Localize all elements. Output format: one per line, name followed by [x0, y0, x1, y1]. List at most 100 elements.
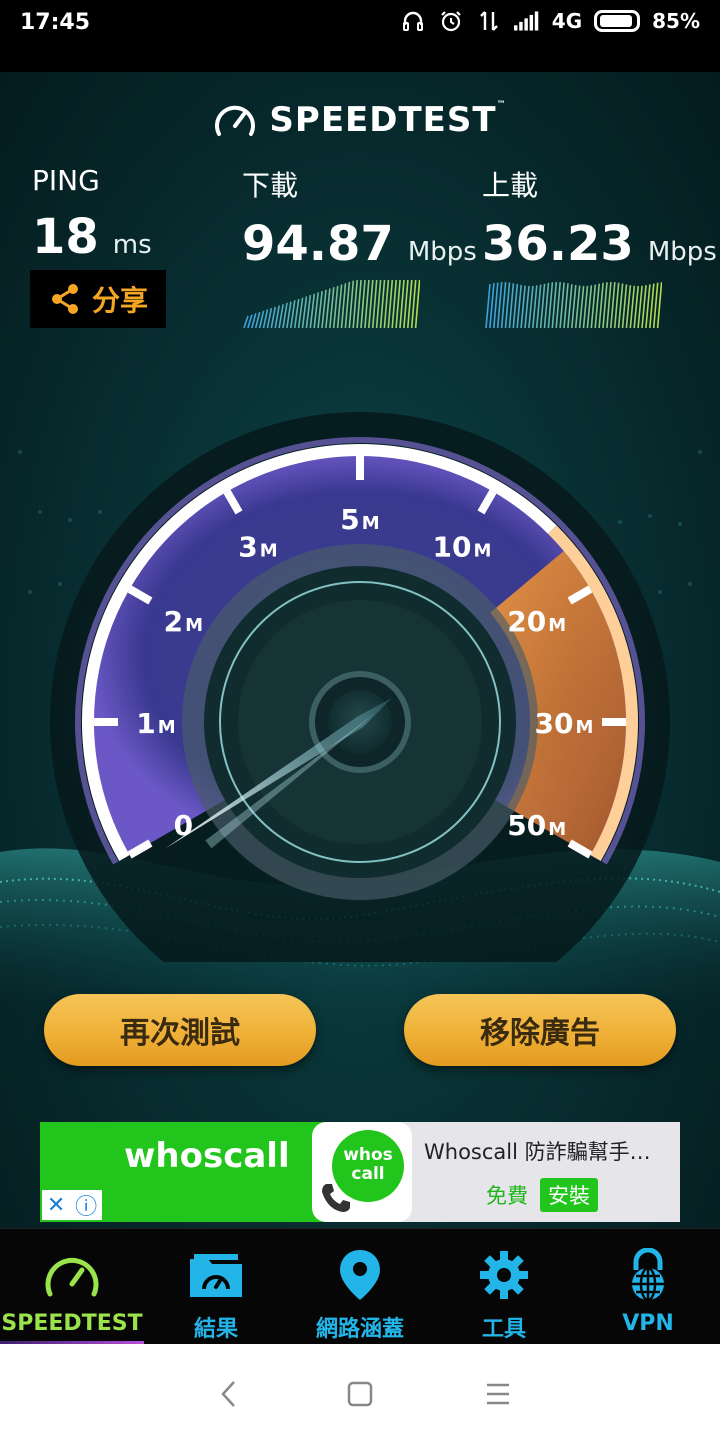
remove-ads-button[interactable]: 移除廣告	[404, 994, 676, 1066]
download-label: 下載	[242, 169, 299, 202]
sparkline-bar	[329, 287, 335, 328]
sparkline-bar	[364, 279, 370, 328]
sparkline-bar	[535, 284, 542, 328]
sparkline-bar	[500, 281, 507, 328]
sparkline-bar	[563, 283, 569, 328]
download-value: 94.87	[242, 216, 394, 272]
info-icon[interactable]: ⓘ	[75, 1189, 97, 1221]
sparkline-bar	[551, 281, 558, 328]
download-result: 下載 94.87 Mbps	[242, 164, 477, 272]
tab-label: 工具	[481, 1317, 526, 1342]
sparkline-bar	[645, 284, 651, 328]
download-unit: Mbps	[407, 237, 477, 267]
gear-icon	[472, 1247, 536, 1303]
sparkline-bar	[410, 279, 417, 328]
sparkline-bar	[567, 284, 573, 328]
ping-label: PING	[32, 164, 100, 197]
sparkline-bar	[325, 288, 331, 328]
ad-close-controls[interactable]: ✕ ⓘ	[42, 1190, 102, 1220]
sparkline-bar	[340, 283, 347, 328]
sparkline-bar	[543, 282, 550, 328]
sparkline-bar	[344, 281, 351, 328]
sparkline-bar	[274, 305, 280, 328]
share-icon	[51, 284, 78, 314]
sparkline-bar	[610, 282, 616, 328]
sparkline-bar	[305, 294, 312, 328]
logo-text: SPEEDTEST™	[269, 100, 507, 140]
sparkline-bar	[613, 282, 620, 328]
sparkline-bar	[649, 283, 655, 328]
back-icon[interactable]	[208, 1374, 248, 1414]
recents-menu-icon[interactable]	[478, 1374, 518, 1414]
sparkline-bar	[297, 297, 304, 328]
sparkline-bar	[528, 285, 534, 328]
tab-results[interactable]: 結果	[144, 1229, 288, 1345]
sparkline-bar	[407, 279, 413, 328]
sparkline-bar	[598, 282, 604, 328]
sparkline-bar	[403, 279, 409, 328]
sparkline-bar	[348, 280, 355, 328]
sparkline-bar	[656, 282, 662, 328]
alarm-icon	[438, 8, 464, 34]
home-icon[interactable]	[340, 1374, 380, 1414]
share-button[interactable]: 分享	[30, 270, 166, 328]
ad-title: Whoscall 防詐騙幫手…	[424, 1140, 651, 1164]
ad-install-button[interactable]: 安裝	[540, 1178, 598, 1212]
tab-vpn[interactable]: VPN	[576, 1229, 720, 1345]
sparkline-bar	[539, 283, 546, 328]
speedometer-icon	[40, 1247, 104, 1303]
speedtest-stage: SPEEDTEST™ PING 18 ms 下載 94.87 Mbps 上載 3…	[0, 72, 720, 1228]
close-icon[interactable]: ✕	[47, 1193, 65, 1218]
sparkline-bar	[629, 285, 636, 328]
retest-button[interactable]: 再次測試	[44, 994, 316, 1066]
sparkline-bar	[578, 285, 585, 328]
signal-icon	[513, 8, 540, 34]
sparkline-bar	[321, 289, 327, 328]
sparkline-bar	[356, 279, 362, 328]
results-folder-icon	[184, 1247, 248, 1303]
battery-percent: 85%	[652, 9, 700, 33]
ad-banner[interactable]: whoscall ✕ ⓘ whos call Whoscall 防詐騙幫手… 免費…	[40, 1122, 680, 1222]
sparkline-bar	[395, 279, 401, 328]
sparkline-bar	[512, 284, 519, 328]
sparkline-bar	[293, 298, 300, 328]
tab-tools[interactable]: 工具	[432, 1229, 576, 1345]
sparkline-bar	[590, 284, 597, 328]
tab-coverage[interactable]: 網路涵蓋	[288, 1229, 432, 1345]
system-nav-bar	[0, 1344, 720, 1440]
upload-unit: Mbps	[647, 237, 717, 267]
upload-label: 上載	[482, 169, 539, 202]
sparkline-bar	[270, 306, 277, 328]
sparkline-bar	[504, 282, 511, 328]
ad-brand: whoscall	[124, 1136, 290, 1176]
data-transfer-icon	[476, 8, 502, 34]
sparkline-bar	[555, 282, 561, 328]
sparkline-bar	[387, 279, 394, 328]
sparkline-bar	[243, 315, 249, 328]
bottom-tab-bar: SPEEDTEST 結果 網路涵蓋 工具 VPN	[0, 1228, 720, 1345]
sparkline-bar	[594, 283, 600, 328]
download-sparkline	[243, 279, 420, 328]
network-type: 4G	[551, 9, 583, 33]
sparkline-bar	[586, 285, 593, 328]
sparkline-bar	[317, 291, 323, 328]
sparkline-bar	[496, 281, 503, 328]
sparkline-bar	[371, 279, 378, 328]
sparkline-bar	[286, 301, 292, 328]
tab-speedtest[interactable]: SPEEDTEST	[0, 1229, 144, 1345]
sparkline-bar	[652, 282, 659, 328]
tab-label: VPN	[622, 1311, 674, 1336]
sparkline-bar	[489, 283, 495, 328]
sparkline-bar	[633, 285, 639, 328]
sparkline-bar	[368, 279, 374, 328]
sparkline-bar	[414, 279, 420, 328]
upload-result: 上載 36.23 Mbps	[482, 164, 717, 272]
sparkline-bar	[301, 296, 308, 328]
sparkline-bar	[375, 279, 382, 328]
tab-label: 結果	[193, 1317, 238, 1342]
sparkline-bar	[332, 285, 339, 328]
sparkline-bar	[485, 283, 491, 328]
sparkline-bar	[574, 285, 581, 328]
speed-gauge: 01 M2 M3 M5 M10 M20 M30 M50 M	[50, 412, 670, 962]
battery-icon	[594, 10, 641, 32]
